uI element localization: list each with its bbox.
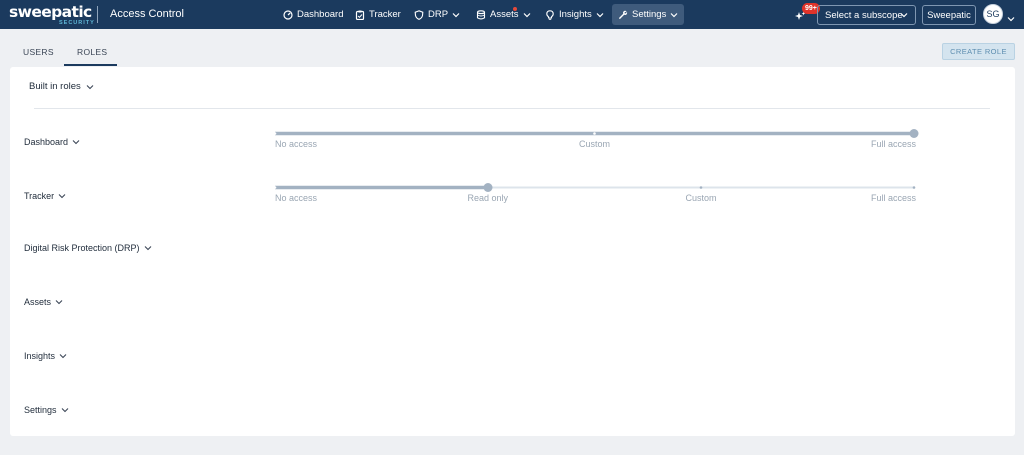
notification-dot bbox=[513, 7, 517, 11]
slider-step[interactable] bbox=[273, 186, 277, 189]
slider-level-label: No access bbox=[275, 139, 318, 149]
slider-level-label: Full access bbox=[871, 193, 917, 203]
permission-dashboard[interactable]: Dashboard bbox=[24, 137, 80, 147]
organization-label: Sweepatic bbox=[927, 9, 971, 21]
permission-drp[interactable]: Digital Risk Protection (DRP) bbox=[24, 243, 152, 253]
header-divider bbox=[97, 6, 98, 23]
nav-insights-label: Insights bbox=[559, 9, 592, 20]
wrench-icon bbox=[618, 10, 628, 20]
slider-track[interactable] bbox=[272, 182, 918, 194]
chevron-down-icon bbox=[452, 11, 460, 19]
nav-tracker[interactable]: Tracker bbox=[355, 4, 401, 25]
dashboard-access-slider[interactable]: No access Custom Full access bbox=[272, 128, 919, 158]
nav-assets[interactable]: Assets bbox=[476, 4, 531, 25]
built-in-roles-label: Built in roles bbox=[29, 81, 81, 92]
subscope-label: Select a subscope bbox=[825, 9, 903, 21]
user-menu-chevron-icon[interactable] bbox=[1007, 10, 1015, 22]
logo-subtext: SECURITY bbox=[59, 20, 95, 26]
tab-users[interactable]: USERS bbox=[23, 47, 54, 57]
nav-tracker-label: Tracker bbox=[369, 9, 401, 20]
roles-card bbox=[10, 67, 1015, 436]
avatar-initials: SG bbox=[986, 9, 1000, 19]
nav-drp-label: DRP bbox=[428, 9, 449, 20]
active-tab-indicator bbox=[64, 64, 117, 66]
app-title: Access Control bbox=[110, 8, 184, 20]
chevron-down-icon bbox=[596, 11, 604, 19]
sweepatic-logo[interactable]: sweepatic SECURITY bbox=[9, 3, 94, 27]
nav-drp[interactable]: DRP bbox=[414, 4, 460, 25]
dashboard-icon bbox=[283, 9, 293, 20]
chevron-down-icon bbox=[523, 11, 531, 19]
lightbulb-icon bbox=[545, 9, 555, 20]
nav-dashboard-label: Dashboard bbox=[297, 9, 344, 20]
database-icon bbox=[476, 9, 486, 20]
built-in-roles-dropdown[interactable]: Built in roles bbox=[29, 81, 94, 92]
permission-tracker[interactable]: Tracker bbox=[24, 191, 66, 201]
subscope-selector[interactable]: Select a subscope bbox=[817, 5, 916, 25]
nav-settings-label: Settings bbox=[632, 9, 667, 20]
slider-level-label: Custom bbox=[685, 193, 717, 203]
chevron-down-icon bbox=[61, 406, 69, 414]
permission-label: Assets bbox=[24, 297, 52, 307]
top-navigation-bar: sweepatic SECURITY Access Control Dashbo… bbox=[0, 0, 1024, 29]
section-divider bbox=[34, 108, 990, 109]
permission-assets[interactable]: Assets bbox=[24, 297, 63, 307]
permission-settings[interactable]: Settings bbox=[24, 405, 69, 415]
tracker-access-slider[interactable]: No access Read only Custom Full access bbox=[272, 182, 918, 212]
nav-dashboard[interactable]: Dashboard bbox=[283, 4, 343, 25]
permission-label: Digital Risk Protection (DRP) bbox=[24, 243, 140, 253]
permission-insights[interactable]: Insights bbox=[24, 351, 67, 361]
logo-text: sweepatic bbox=[9, 3, 92, 21]
create-role-button[interactable]: CREATE ROLE bbox=[942, 43, 1015, 60]
slider-level-label: No access bbox=[275, 193, 318, 203]
user-avatar[interactable]: SG bbox=[983, 4, 1003, 24]
nav-settings[interactable]: Settings bbox=[612, 4, 685, 25]
slider-level-label: Read only bbox=[467, 193, 509, 203]
organization-button[interactable]: Sweepatic bbox=[922, 5, 976, 25]
permission-label: Insights bbox=[24, 351, 56, 361]
slider-level-label: Custom bbox=[579, 139, 611, 149]
slider-step[interactable] bbox=[593, 132, 596, 135]
slider-step[interactable] bbox=[699, 186, 703, 189]
slider-thumb[interactable] bbox=[909, 129, 919, 138]
chevron-down-icon bbox=[72, 138, 80, 146]
shield-icon bbox=[414, 9, 424, 20]
chevron-down-icon bbox=[900, 11, 908, 19]
permission-label: Dashboard bbox=[24, 137, 69, 147]
permission-label: Tracker bbox=[24, 191, 55, 201]
slider-step[interactable] bbox=[273, 132, 277, 135]
slider-step[interactable] bbox=[912, 186, 916, 189]
chevron-down-icon bbox=[144, 244, 152, 252]
tab-roles[interactable]: ROLES bbox=[77, 47, 107, 57]
chevron-down-icon bbox=[670, 11, 678, 19]
nav-insights[interactable]: Insights bbox=[545, 4, 604, 25]
chevron-down-icon bbox=[55, 298, 63, 306]
chevron-down-icon bbox=[58, 192, 66, 200]
slider-level-label: Full access bbox=[871, 139, 917, 149]
clipboard-icon bbox=[355, 10, 365, 20]
chevron-down-icon bbox=[86, 83, 94, 91]
slider-thumb[interactable] bbox=[483, 183, 493, 192]
permission-label: Settings bbox=[24, 405, 57, 415]
chevron-down-icon bbox=[59, 352, 67, 360]
